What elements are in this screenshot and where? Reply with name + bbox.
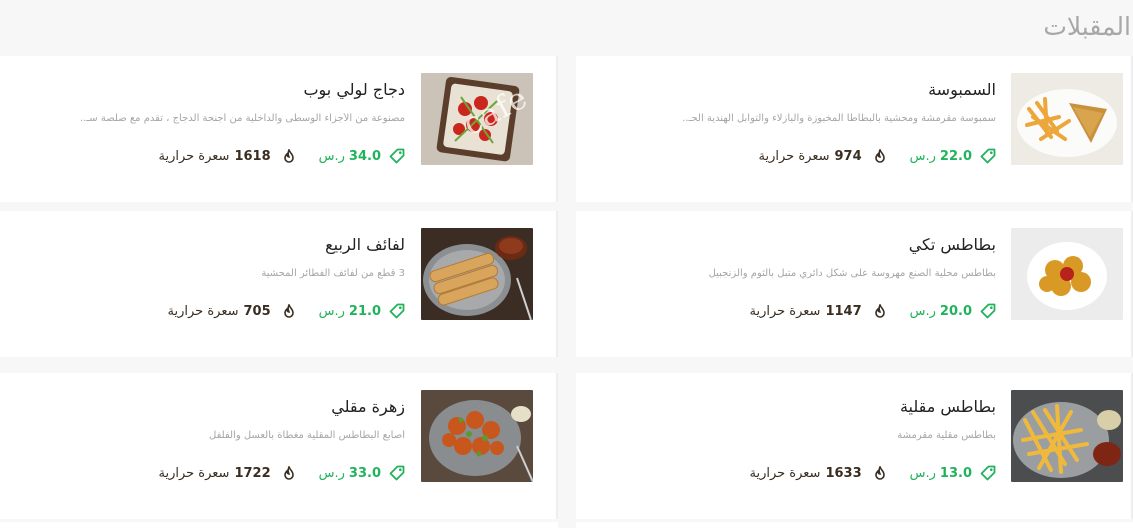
calories-label: سعرة حرارية (158, 148, 230, 164)
price-tag-icon (980, 148, 996, 164)
item-calories: 1722 سعرة حرارية (158, 466, 294, 481)
item-image-french-fries (1011, 390, 1123, 482)
price-tag-icon (389, 303, 405, 319)
flame-icon (283, 466, 294, 480)
price-value: 34.0 (348, 148, 381, 164)
currency: ر.س (318, 148, 345, 164)
flame-icon (283, 149, 294, 163)
currency: ر.س (909, 303, 936, 319)
flame-icon (874, 466, 885, 480)
item-description: 3 قطع من لفائف الفطائر المحشية (261, 268, 405, 279)
item-name: دجاج لولي بوب (303, 80, 405, 99)
item-price: 20.0 ر.س (910, 303, 996, 319)
item-name: بطاطس تكي (908, 235, 996, 254)
item-name: السمبوسة (928, 80, 996, 99)
menu-item-card[interactable]: دجاج لولي بوب مصنوعة من الأجزاء الوسطى و… (0, 56, 558, 202)
item-description: بطاطس محلية الصنع مهروسة على شكل دائري م… (708, 268, 996, 279)
calories-value: 1633 (825, 465, 862, 481)
calories-value: 705 (243, 303, 271, 319)
price-value: 33.0 (348, 465, 381, 481)
item-calories: 705 سعرة حرارية (168, 304, 295, 319)
section-title: المقبلات (1043, 12, 1131, 41)
calories-label: سعرة حرارية (758, 148, 830, 164)
item-calories: 1147 سعرة حرارية (749, 304, 885, 319)
price-value: 13.0 (939, 465, 972, 481)
currency: ر.س (909, 465, 936, 481)
item-image-potato-tikki (1011, 228, 1123, 320)
item-price: 13.0 ر.س (910, 465, 996, 481)
calories-label: سعرة حرارية (158, 465, 230, 481)
menu-item-card[interactable]: بطاطس مقلية بطاطس مقلية مقرمشة 13.0 ر.س … (576, 373, 1133, 519)
price-tag-icon (389, 148, 405, 164)
item-name: بطاطس مقلية (899, 397, 996, 416)
item-calories: 974 سعرة حرارية (759, 149, 886, 164)
price-value: 21.0 (348, 303, 381, 319)
next-card-edge (576, 522, 1133, 528)
calories-value: 1722 (234, 465, 271, 481)
item-calories: 1618 سعرة حرارية (158, 149, 294, 164)
flame-icon (874, 149, 885, 163)
item-description: مصنوعة من الأجزاء الوسطى والداخلية من أج… (80, 113, 405, 124)
price-tag-icon (389, 465, 405, 481)
currency: ر.س (318, 303, 345, 319)
calories-value: 974 (834, 148, 862, 164)
item-calories: 1633 سعرة حرارية (749, 466, 885, 481)
flame-icon (283, 304, 294, 318)
item-description: سمبوسة مقرمشة ومحشية بالبطاطا المخبوزة و… (682, 113, 996, 124)
item-price: 34.0 ر.س (319, 148, 405, 164)
item-name: لفائف الربيع (325, 235, 405, 254)
item-description: بطاطس مقلية مقرمشة (897, 430, 996, 441)
menu-item-card[interactable]: بطاطس تكي بطاطس محلية الصنع مهروسة على ش… (576, 211, 1133, 357)
currency: ر.س (318, 465, 345, 481)
currency: ر.س (909, 148, 936, 164)
item-image-fried-cauliflower (421, 390, 533, 482)
price-value: 20.0 (939, 303, 972, 319)
item-image-samosa (1011, 73, 1123, 165)
flame-icon (874, 304, 885, 318)
item-price: 33.0 ر.س (319, 465, 405, 481)
calories-value: 1618 (234, 148, 271, 164)
calories-label: سعرة حرارية (749, 303, 821, 319)
item-image-chicken-lollipop (421, 73, 533, 165)
calories-value: 1147 (825, 303, 862, 319)
item-description: أصابع البطاطس المقلية مغطاة بالعسل والفل… (209, 430, 405, 441)
price-value: 22.0 (939, 148, 972, 164)
item-price: 22.0 ر.س (910, 148, 996, 164)
item-image-spring-rolls (421, 228, 533, 320)
item-price: 21.0 ر.س (319, 303, 405, 319)
next-card-edge (0, 522, 558, 528)
price-tag-icon (980, 465, 996, 481)
item-name: زهرة مقلي (331, 397, 405, 416)
menu-item-card[interactable]: زهرة مقلي أصابع البطاطس المقلية مغطاة با… (0, 373, 558, 519)
menu-item-card[interactable]: لفائف الربيع 3 قطع من لفائف الفطائر المح… (0, 211, 558, 357)
price-tag-icon (980, 303, 996, 319)
menu-item-card[interactable]: السمبوسة سمبوسة مقرمشة ومحشية بالبطاطا ا… (576, 56, 1133, 202)
calories-label: سعرة حرارية (167, 303, 239, 319)
calories-label: سعرة حرارية (749, 465, 821, 481)
